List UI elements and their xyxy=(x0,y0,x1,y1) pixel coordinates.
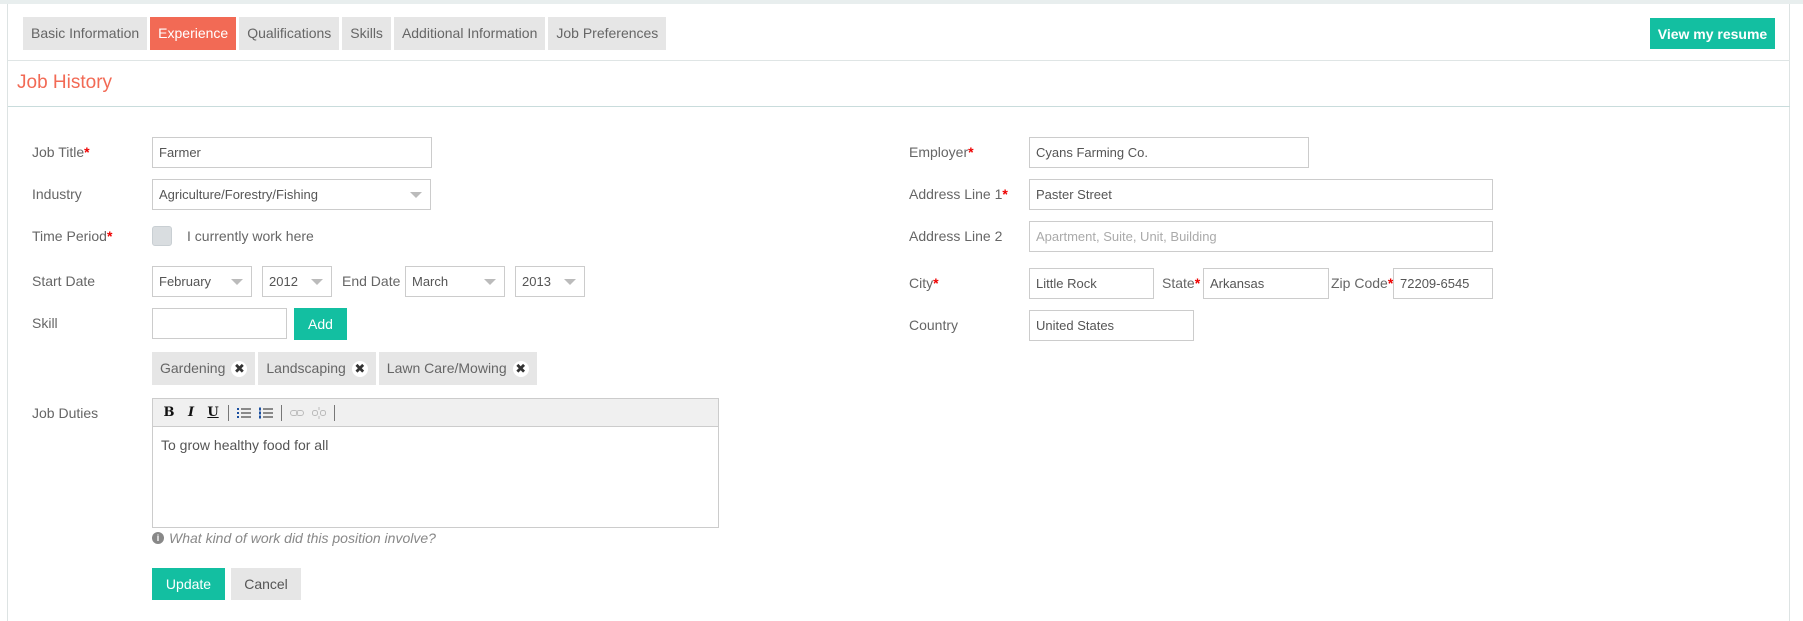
tab-additional-information[interactable]: Additional Information xyxy=(393,17,546,50)
end-month-value: March xyxy=(412,274,449,289)
tab-basic-information[interactable]: Basic Information xyxy=(23,17,148,50)
job-duties-hint: i What kind of work did this position in… xyxy=(152,530,436,546)
chevron-down-icon xyxy=(564,279,576,285)
italic-icon[interactable]: I xyxy=(181,403,201,423)
skill-tag-label: Landscaping xyxy=(266,360,346,376)
city-input[interactable]: Little Rock xyxy=(1029,268,1154,299)
end-date-label: End Date xyxy=(342,273,401,289)
state-label: State* xyxy=(1162,275,1201,291)
end-month-select[interactable]: March xyxy=(405,266,505,297)
info-icon: i xyxy=(152,532,164,544)
divider xyxy=(8,106,1790,107)
remove-icon[interactable]: ✖ xyxy=(351,360,368,377)
industry-label: Industry xyxy=(32,186,82,202)
currently-work-checkbox[interactable] xyxy=(152,226,172,246)
link-icon[interactable] xyxy=(287,403,307,423)
update-button[interactable]: Update xyxy=(152,568,225,600)
skill-tag-label: Lawn Care/Mowing xyxy=(386,360,507,376)
remove-icon[interactable]: ✖ xyxy=(512,360,529,377)
tab-experience[interactable]: Experience xyxy=(150,17,237,50)
start-month-value: February xyxy=(159,274,212,289)
tab-skills[interactable]: Skills xyxy=(342,17,391,50)
country-input[interactable]: United States xyxy=(1029,310,1194,341)
add-skill-button[interactable]: Add xyxy=(294,308,347,340)
skill-label: Skill xyxy=(32,315,58,331)
chevron-down-icon xyxy=(484,279,496,285)
industry-select-value: Agriculture/Forestry/Fishing xyxy=(159,187,318,202)
job-title-label: Job Title* xyxy=(32,144,90,160)
tab-job-preferences[interactable]: Job Preferences xyxy=(548,17,667,50)
tab-qualifications[interactable]: Qualifications xyxy=(239,17,340,50)
bulleted-list-icon[interactable] xyxy=(234,403,254,423)
end-year-value: 2013 xyxy=(522,274,551,289)
country-label: Country xyxy=(909,317,959,333)
numbered-list-icon[interactable] xyxy=(256,403,276,423)
skill-tag: Gardening ✖ xyxy=(152,352,256,385)
start-month-select[interactable]: February xyxy=(152,266,252,297)
chevron-down-icon xyxy=(410,192,422,198)
job-duties-textarea[interactable]: To grow healthy food for all xyxy=(153,427,718,463)
skill-tag: Landscaping ✖ xyxy=(258,352,376,385)
toolbar-separator xyxy=(228,404,229,421)
currently-work-label[interactable]: I currently work here xyxy=(187,228,314,244)
skill-tag: Lawn Care/Mowing ✖ xyxy=(378,352,537,385)
editor-toolbar: B I U xyxy=(153,399,718,427)
divider xyxy=(8,60,1790,61)
profile-tabs: Basic Information Experience Qualificati… xyxy=(23,17,667,50)
zip-code-label: Zip Code* xyxy=(1331,275,1394,291)
employer-label: Employer* xyxy=(909,144,974,160)
address-line-1-label: Address Line 1* xyxy=(909,186,1008,202)
job-title-input[interactable]: Farmer xyxy=(152,137,432,168)
address-line-2-label: Address Line 2 xyxy=(909,228,1003,244)
toolbar-separator xyxy=(281,404,282,421)
address-line-2-input[interactable]: Apartment, Suite, Unit, Building xyxy=(1029,221,1493,252)
time-period-label: Time Period* xyxy=(32,228,113,244)
zip-code-input[interactable]: 72209-6545 xyxy=(1393,268,1493,299)
toolbar-separator xyxy=(334,404,335,421)
industry-select[interactable]: Agriculture/Forestry/Fishing xyxy=(152,179,431,210)
end-year-select[interactable]: 2013 xyxy=(515,266,585,297)
address-line-1-input[interactable]: Paster Street xyxy=(1029,179,1493,210)
chevron-down-icon xyxy=(311,279,323,285)
view-resume-button[interactable]: View my resume xyxy=(1650,18,1775,49)
employer-input[interactable]: Cyans Farming Co. xyxy=(1029,137,1309,168)
bold-icon[interactable]: B xyxy=(159,403,179,423)
skill-tag-label: Gardening xyxy=(160,360,226,376)
remove-icon[interactable]: ✖ xyxy=(231,360,248,377)
unlink-icon[interactable] xyxy=(309,403,329,423)
hint-text: What kind of work did this position invo… xyxy=(169,530,436,546)
underline-icon[interactable]: U xyxy=(203,403,223,423)
start-year-value: 2012 xyxy=(269,274,298,289)
start-year-select[interactable]: 2012 xyxy=(262,266,332,297)
job-duties-editor: B I U To grow healthy food for all xyxy=(152,398,719,528)
cancel-button[interactable]: Cancel xyxy=(231,568,301,600)
start-date-label: Start Date xyxy=(32,273,96,289)
skill-input[interactable] xyxy=(152,308,287,339)
section-title: Job History xyxy=(17,72,113,93)
city-label: City* xyxy=(909,275,939,291)
state-input[interactable]: Arkansas xyxy=(1203,268,1329,299)
chevron-down-icon xyxy=(231,279,243,285)
job-duties-label: Job Duties xyxy=(32,405,99,421)
skill-tags: Gardening ✖ Landscaping ✖ Lawn Care/Mowing… xyxy=(152,352,537,385)
